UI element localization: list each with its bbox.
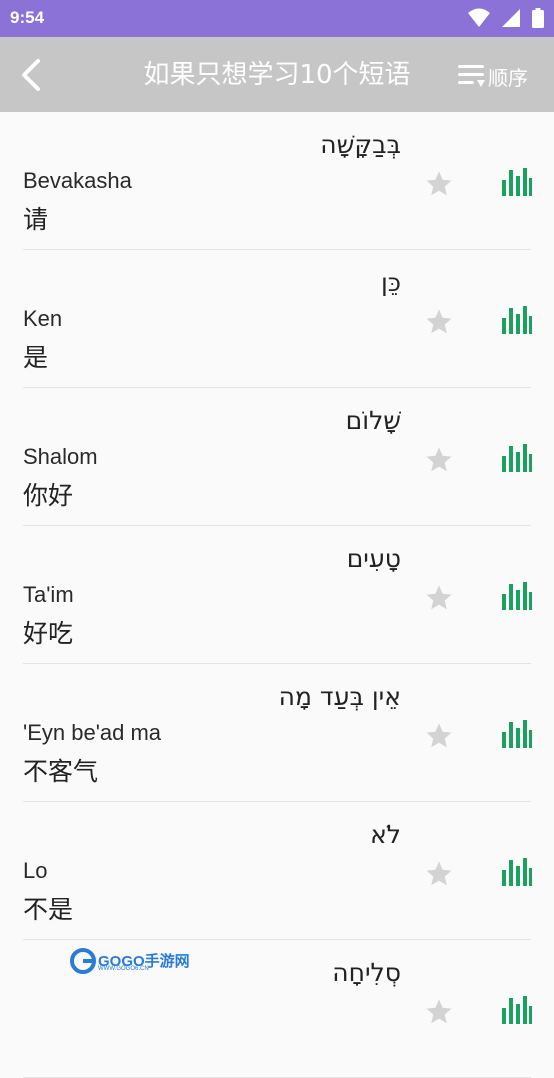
play-audio-button[interactable]	[500, 442, 532, 474]
audio-bars-icon	[502, 720, 532, 748]
phrase-transliteration: Lo	[23, 858, 48, 883]
star-icon	[426, 861, 452, 886]
signal-icon	[501, 9, 520, 27]
star-icon	[426, 585, 452, 610]
favorite-star-button[interactable]	[424, 859, 454, 889]
play-audio-button[interactable]	[500, 580, 532, 612]
phrase-transliteration: Ken	[23, 306, 63, 331]
audio-bars-icon	[502, 444, 532, 472]
phrase-meaning: 不客气	[23, 757, 99, 786]
phrase-meaning: 请	[23, 205, 49, 234]
wifi-icon	[467, 8, 490, 27]
sort-label: 顺序	[488, 66, 528, 90]
favorite-star-button[interactable]	[424, 445, 454, 475]
audio-bars-icon	[502, 306, 532, 334]
phrase-item[interactable]: שָׁלוֹם Shalom 你好	[0, 388, 554, 526]
phrase-list: בְּבַקָּשָׁה Bevakasha 请 כֵּן Ken 是 שָׁל…	[0, 112, 554, 1078]
star-icon	[426, 309, 452, 334]
phrase-hebrew: בְּבַקָּשָׁה	[320, 130, 401, 159]
star-icon	[426, 723, 452, 748]
phrase-transliteration: Shalom	[23, 444, 98, 469]
play-audio-button[interactable]	[500, 718, 532, 750]
star-icon	[426, 171, 452, 196]
phrase-item[interactable]: בְּבַקָּשָׁה Bevakasha 请	[0, 112, 554, 250]
favorite-star-button[interactable]	[424, 307, 454, 337]
phrase-hebrew: כֵּן	[380, 268, 401, 297]
audio-bars-icon	[502, 996, 532, 1024]
audio-bars-icon	[502, 582, 532, 610]
play-audio-button[interactable]	[500, 994, 532, 1026]
watermark-subtext: WWW.GOGO6.CN	[98, 966, 149, 972]
watermark: GOGO手游网 WWW.GOGO6.CN	[70, 948, 190, 974]
phrase-transliteration: Ta'im	[23, 582, 74, 607]
audio-bars-icon	[502, 168, 532, 196]
watermark-logo-icon	[70, 948, 96, 974]
sort-icon	[458, 65, 485, 87]
phrase-item[interactable]: אֵין בְּעַד מָה 'Eyn be'ad ma 不客气	[0, 664, 554, 802]
battery-icon	[532, 8, 544, 28]
phrase-hebrew: שָׁלוֹם	[345, 406, 401, 435]
favorite-star-button[interactable]	[424, 721, 454, 751]
app-bar: 如果只想学习10个短语 顺序	[0, 37, 554, 112]
audio-bars-icon	[502, 858, 532, 886]
play-audio-button[interactable]	[500, 166, 532, 198]
status-time: 9:54	[10, 8, 45, 27]
phrase-hebrew: טָעִים	[346, 544, 401, 573]
star-icon	[426, 999, 452, 1024]
favorite-star-button[interactable]	[424, 169, 454, 199]
phrase-meaning: 你好	[23, 481, 74, 510]
phrase-transliteration: Bevakasha	[23, 168, 132, 193]
phrase-transliteration: 'Eyn be'ad ma	[23, 720, 162, 745]
phrase-meaning: 是	[23, 343, 49, 372]
phrase-item[interactable]: טָעִים Ta'im 好吃	[0, 526, 554, 664]
star-icon	[426, 447, 452, 472]
phrase-item[interactable]: כֵּן Ken 是	[0, 250, 554, 388]
play-audio-button[interactable]	[500, 856, 532, 888]
favorite-star-button[interactable]	[424, 997, 454, 1027]
phrase-hebrew: אֵין בְּעַד מָה	[278, 682, 401, 711]
play-audio-button[interactable]	[500, 304, 532, 336]
status-icons	[462, 8, 544, 28]
favorite-star-button[interactable]	[424, 583, 454, 613]
phrase-item[interactable]: לֹא Lo 不是	[0, 802, 554, 940]
phrase-meaning: 不是	[23, 895, 74, 924]
phrase-meaning: 好吃	[23, 619, 74, 648]
status-bar: 9:54	[0, 0, 554, 37]
phrase-hebrew: לֹא	[370, 820, 401, 849]
